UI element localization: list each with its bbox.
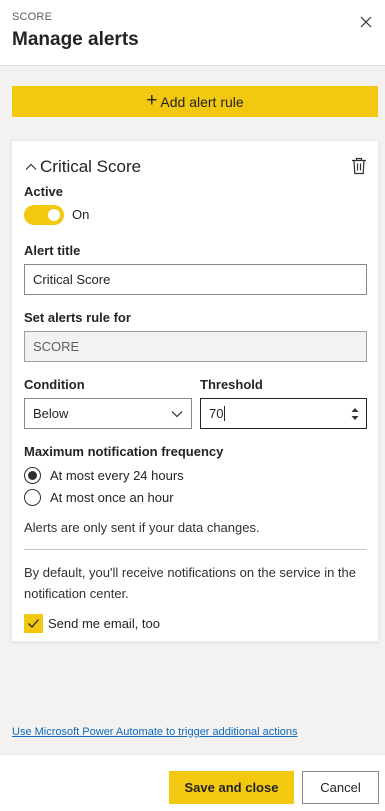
rule-collapse-toggle[interactable]: Critical Score bbox=[24, 155, 141, 179]
spin-buttons-icon[interactable] bbox=[350, 405, 360, 423]
data-change-note: Alerts are only sent if your data change… bbox=[24, 520, 260, 535]
radio-unselected bbox=[24, 488, 41, 506]
panel-title: Manage alerts bbox=[12, 29, 139, 50]
alert-rule-card: Critical Score Active On Alert title Cri… bbox=[11, 140, 379, 642]
condition-label: Condition bbox=[24, 377, 85, 392]
save-and-close-button[interactable]: Save and close bbox=[169, 771, 294, 804]
text-caret bbox=[224, 406, 226, 421]
panel-subtitle: SCORE bbox=[12, 11, 53, 23]
panel-footer: Save and close Cancel bbox=[0, 754, 385, 811]
chevron-up-icon bbox=[25, 163, 37, 170]
frequency-label: Maximum notification frequency bbox=[24, 444, 224, 459]
condition-dropdown[interactable]: Below bbox=[24, 398, 192, 429]
active-toggle[interactable] bbox=[24, 205, 64, 225]
active-label: Active bbox=[24, 184, 64, 199]
divider bbox=[24, 549, 367, 550]
alert-title-input[interactable]: Critical Score bbox=[24, 264, 367, 295]
delete-icon[interactable] bbox=[351, 157, 367, 175]
toggle-knob bbox=[48, 209, 60, 221]
email-checkbox[interactable]: Send me email, too bbox=[24, 613, 160, 633]
rule-for-field: SCORE bbox=[24, 331, 367, 362]
frequency-option-label: At most once an hour bbox=[50, 489, 174, 505]
cancel-button[interactable]: Cancel bbox=[302, 771, 379, 804]
email-checkbox-label: Send me email, too bbox=[48, 615, 161, 631]
condition-value: Below bbox=[33, 406, 69, 421]
power-automate-link[interactable]: Use Microsoft Power Automate to trigger … bbox=[12, 726, 298, 738]
threshold-label: Threshold bbox=[200, 377, 263, 392]
plus-icon: + bbox=[146, 90, 158, 111]
threshold-input[interactable]: 70 bbox=[200, 398, 367, 429]
checkbox-checked bbox=[24, 613, 43, 633]
rule-for-label: Set alerts rule for bbox=[24, 310, 131, 325]
frequency-option-hourly[interactable]: At most once an hour bbox=[24, 487, 174, 507]
frequency-option-label: At most every 24 hours bbox=[50, 467, 184, 483]
radio-selected bbox=[24, 466, 41, 484]
panel-header: SCORE Manage alerts bbox=[0, 0, 385, 66]
add-alert-rule-label: Add alert rule bbox=[160, 93, 244, 110]
add-alert-rule-button[interactable]: + Add alert rule bbox=[12, 86, 378, 117]
threshold-value: 70 bbox=[209, 406, 224, 421]
alert-title-label: Alert title bbox=[24, 243, 81, 258]
toggle-state-text: On bbox=[72, 207, 90, 222]
chevron-down-icon bbox=[171, 411, 183, 418]
default-notification-note: By default, you'll receive notifications… bbox=[24, 565, 356, 601]
checkmark-icon bbox=[28, 618, 39, 628]
close-icon[interactable] bbox=[356, 12, 376, 32]
rule-name: Critical Score bbox=[40, 157, 142, 176]
frequency-option-24h[interactable]: At most every 24 hours bbox=[24, 465, 184, 485]
